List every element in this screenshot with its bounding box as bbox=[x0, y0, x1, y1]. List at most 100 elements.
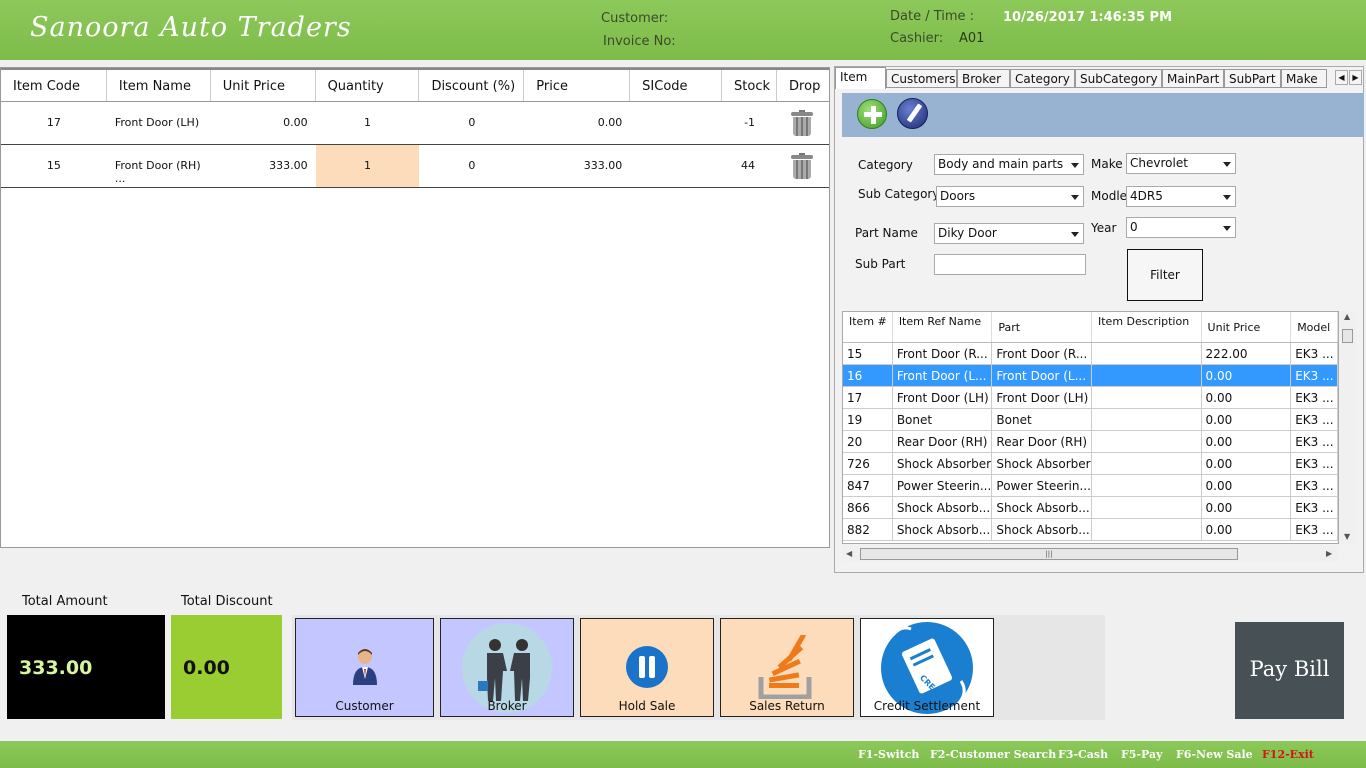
grid-item-no: 882 bbox=[843, 519, 893, 540]
filter-button[interactable]: Filter bbox=[1127, 249, 1203, 301]
customer-button-label: Customer bbox=[335, 699, 394, 713]
cart-discount[interactable]: 0 bbox=[419, 102, 524, 144]
grid-row[interactable]: 847 Power Steerin... Power Steerin... 0.00 E… bbox=[843, 475, 1338, 497]
trash-icon[interactable] bbox=[791, 110, 814, 137]
subcategory-select[interactable]: Doors bbox=[936, 186, 1084, 207]
col-price[interactable]: Price bbox=[524, 70, 631, 101]
grid-row[interactable]: 15 Front Door (R... Front Door (R... 222.00… bbox=[843, 343, 1338, 365]
grid-col-part[interactable]: Part bbox=[992, 312, 1092, 342]
tab-subpart[interactable]: SubPart bbox=[1224, 69, 1281, 88]
tab-mainpart[interactable]: MainPart bbox=[1162, 69, 1224, 88]
scroll-left-icon[interactable]: ◀ bbox=[846, 549, 852, 558]
cart-unit-price: 333.00 bbox=[269, 159, 308, 172]
pay-bill-button[interactable]: Pay Bill bbox=[1235, 622, 1344, 719]
make-value: Chevrolet bbox=[1130, 156, 1188, 170]
grid-unit-price: 0.00 bbox=[1202, 497, 1292, 518]
total-amount-label: Total Amount bbox=[22, 594, 108, 609]
make-label: Make bbox=[1091, 157, 1123, 171]
subcategory-value: Doors bbox=[940, 189, 976, 203]
category-select[interactable]: Body and main parts bbox=[934, 154, 1084, 175]
model-select[interactable]: 4DR5 bbox=[1126, 186, 1236, 207]
sales-return-button[interactable]: Sales Return bbox=[720, 618, 854, 717]
year-value: 0 bbox=[1130, 220, 1138, 234]
credit-settlement-button[interactable]: CREDIT Credit Settlement bbox=[860, 618, 994, 717]
tab-category[interactable]: Category bbox=[1010, 69, 1075, 88]
tab-scroll-left-icon[interactable]: ◀ bbox=[1335, 70, 1348, 85]
tab-make[interactable]: Make bbox=[1281, 69, 1327, 88]
grid-part: Rear Door (RH) bbox=[992, 431, 1092, 452]
grid-row[interactable]: 17 Front Door (LH) Front Door (LH) 0.00 EK3 … bbox=[843, 387, 1338, 409]
grid-vertical-scrollbar[interactable]: ▲ ▼ bbox=[1339, 311, 1356, 544]
col-item-name[interactable]: Item Name bbox=[107, 70, 211, 101]
grid-part: Shock Absorber bbox=[992, 453, 1092, 474]
grid-item-no: 16 bbox=[843, 365, 893, 386]
stack-icon bbox=[758, 635, 812, 699]
grid-ref-name: Front Door (R... bbox=[893, 343, 993, 364]
col-unit-price[interactable]: Unit Price bbox=[211, 70, 316, 101]
cart-stock: -1 bbox=[744, 116, 756, 129]
col-item-code[interactable]: Item Code bbox=[1, 70, 107, 101]
grid-horizontal-scrollbar[interactable]: ◀ ||| ▶ bbox=[842, 545, 1339, 562]
grid-col-unit-price[interactable]: Unit Price bbox=[1202, 312, 1292, 342]
edit-icon[interactable] bbox=[897, 98, 928, 129]
scroll-thumb[interactable] bbox=[1342, 329, 1353, 343]
customer-icon bbox=[353, 649, 377, 685]
grid-ref-name: Front Door (LH) bbox=[893, 387, 993, 408]
year-select[interactable]: 0 bbox=[1126, 217, 1236, 238]
col-quantity[interactable]: Quantity bbox=[316, 70, 420, 101]
grid-row[interactable]: 19 Bonet Bonet 0.00 EK3 ... bbox=[843, 409, 1338, 431]
scroll-right-icon[interactable]: ▶ bbox=[1326, 549, 1332, 558]
customer-button[interactable]: Customer bbox=[295, 618, 434, 717]
cart-row[interactable]: 17 Front Door (LH) 0.00 1 0 0.00 -1 bbox=[1, 102, 829, 145]
grid-item-no: 866 bbox=[843, 497, 893, 518]
tab-customers[interactable]: Customers bbox=[886, 69, 957, 88]
items-grid: Item # Item Ref Name Part Item Descripti… bbox=[842, 311, 1339, 544]
hold-sale-button[interactable]: Hold Sale bbox=[580, 618, 714, 717]
scroll-thumb[interactable]: ||| bbox=[860, 548, 1238, 560]
grid-model: EK3 ... bbox=[1291, 431, 1338, 452]
grid-col-ref-name[interactable]: Item Ref Name bbox=[893, 312, 993, 342]
trash-icon[interactable] bbox=[791, 153, 814, 180]
cart-quantity[interactable]: 1 bbox=[315, 145, 420, 187]
col-sicode[interactable]: SICode bbox=[630, 70, 723, 101]
col-drop[interactable]: Drop bbox=[777, 70, 829, 101]
shortcut-f2: F2-Customer Search bbox=[930, 748, 1057, 761]
cart-item-code: 15 bbox=[46, 159, 61, 172]
customer-label: Customer: bbox=[601, 11, 669, 26]
grid-row[interactable]: 882 Shock Absorb... Shock Absorb... 0.00 EK3… bbox=[843, 519, 1338, 541]
grid-part: Front Door (LH) bbox=[992, 387, 1092, 408]
grid-description bbox=[1092, 431, 1202, 452]
item-toolbar bbox=[842, 93, 1364, 137]
broker-button[interactable]: Broker bbox=[440, 618, 574, 717]
cart-quantity[interactable]: 1 bbox=[316, 102, 420, 144]
make-select[interactable]: Chevrolet bbox=[1126, 153, 1236, 174]
grid-unit-price: 0.00 bbox=[1202, 387, 1292, 408]
grid-col-model[interactable]: Model bbox=[1291, 312, 1338, 342]
cart-discount[interactable]: 0 bbox=[419, 145, 524, 187]
grid-row[interactable]: 726 Shock Absorber Shock Absorber 0.00 EK3 .… bbox=[843, 453, 1338, 475]
grid-col-description[interactable]: Item Description bbox=[1092, 312, 1202, 342]
grid-row[interactable]: 20 Rear Door (RH) Rear Door (RH) 0.00 EK3 ..… bbox=[843, 431, 1338, 453]
scroll-down-icon[interactable]: ▼ bbox=[1344, 532, 1350, 541]
col-stock[interactable]: Stock bbox=[722, 70, 778, 101]
cart-row[interactable]: 15 Front Door (RH) ... 333.00 1 0 333.00… bbox=[1, 145, 829, 188]
chevron-down-icon bbox=[1223, 195, 1231, 200]
scroll-up-icon[interactable]: ▲ bbox=[1344, 312, 1350, 321]
tab-strip: Item Customers Broker Category SubCatego… bbox=[835, 67, 1365, 89]
credit-settlement-button-label: Credit Settlement bbox=[873, 699, 981, 713]
subpart-input[interactable] bbox=[934, 254, 1086, 275]
grid-col-item-no[interactable]: Item # bbox=[843, 312, 893, 342]
tab-scroll-right-icon[interactable]: ▶ bbox=[1349, 70, 1362, 85]
grid-description bbox=[1092, 387, 1202, 408]
grid-description bbox=[1092, 365, 1202, 386]
tab-item[interactable]: Item bbox=[835, 67, 886, 89]
partname-select[interactable]: Diky Door bbox=[934, 223, 1084, 244]
col-discount[interactable]: Discount (%) bbox=[419, 70, 525, 101]
grid-row[interactable]: 16 Front Door (L... Front Door (L... 0.00 EK… bbox=[843, 365, 1338, 387]
add-icon[interactable] bbox=[857, 99, 887, 129]
grid-unit-price: 222.00 bbox=[1202, 343, 1292, 364]
tab-broker[interactable]: Broker bbox=[957, 69, 1010, 88]
cart-price: 0.00 bbox=[597, 116, 623, 129]
tab-subcategory[interactable]: SubCategory bbox=[1075, 69, 1162, 88]
grid-row[interactable]: 866 Shock Absorb... Shock Absorb... 0.00 EK3… bbox=[843, 497, 1338, 519]
